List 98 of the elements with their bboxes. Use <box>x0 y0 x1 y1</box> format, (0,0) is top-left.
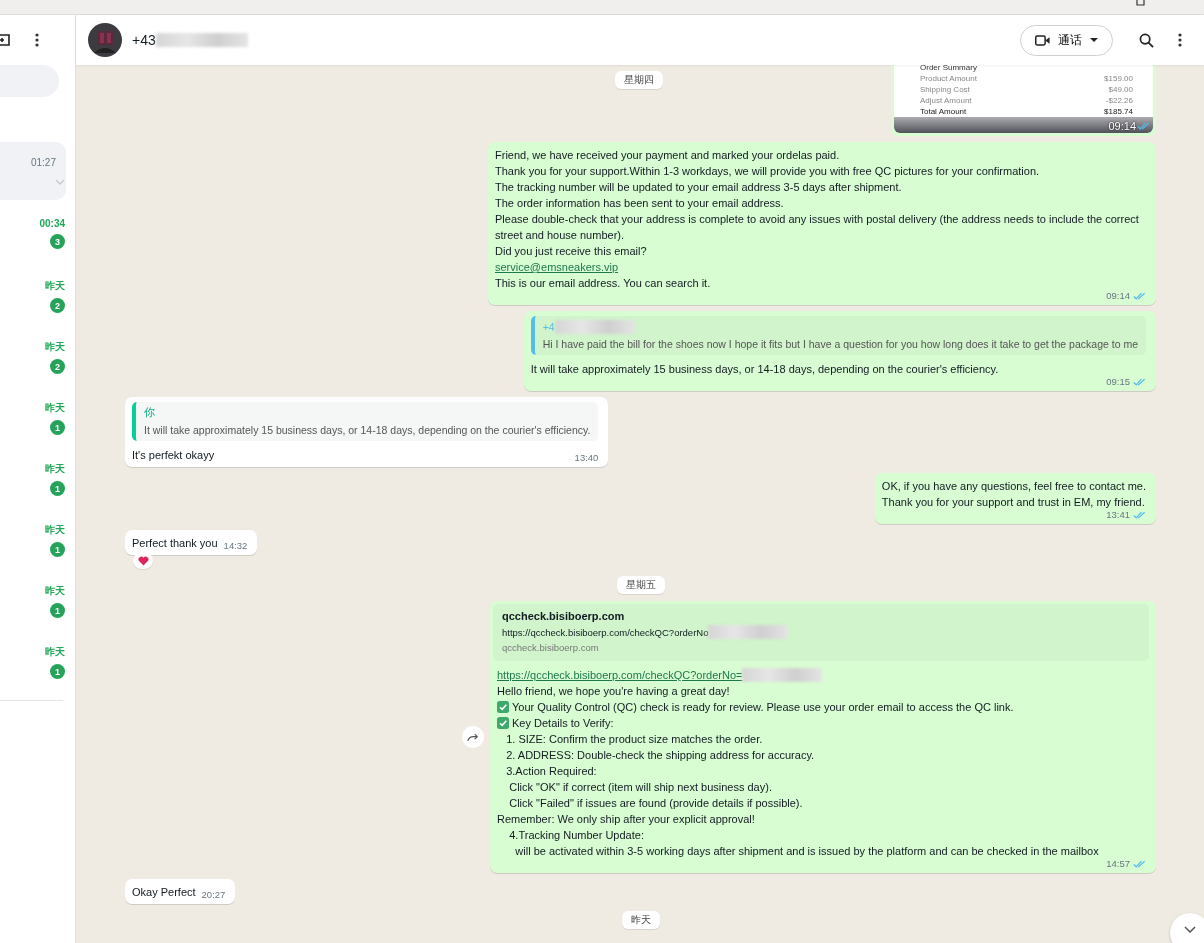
date-divider: 星期四 <box>615 71 663 89</box>
image-title: Order Summary <box>920 65 978 73</box>
forward-icon <box>467 732 479 742</box>
unread-count: 3 <box>50 234 65 249</box>
chat-item[interactable]: 昨天 1 <box>0 386 75 447</box>
message-text: The order information has been sent to your email address. <box>495 196 784 211</box>
call-button[interactable]: 通话 <box>1020 24 1113 56</box>
message-time: 13:40 <box>574 452 599 463</box>
message-text: Friend, we have received your payment and marked your ordelas paid. <box>495 148 840 163</box>
preview-title: qccheck.bisiboerp.com <box>502 610 626 622</box>
check-mark-icon <box>497 701 509 713</box>
search-icon[interactable] <box>1139 32 1154 48</box>
image-value: $185.74 <box>1104 107 1133 117</box>
reaction-heart-icon[interactable] <box>133 552 153 569</box>
message-text: Remember: We only ship after your explicit approval! <box>497 812 755 827</box>
contact-name: +43 <box>132 32 156 48</box>
message-text: Okay Perfect <box>132 885 196 900</box>
message-time: 09:15 <box>1106 376 1130 387</box>
unread-count: 2 <box>50 298 65 313</box>
message-text: Key Details to Verify: <box>512 716 614 731</box>
menu-icon[interactable] <box>35 33 39 47</box>
message-text: 1. SIZE: Confirm the product size matches the order. <box>505 732 763 747</box>
image-label: Shipping Cost <box>920 85 970 95</box>
image-label: Product Amount <box>920 74 977 84</box>
chat-item[interactable]: 昨天 1 <box>0 630 75 691</box>
unread-count: 1 <box>50 664 65 679</box>
message-time: 13:41 <box>1106 509 1130 520</box>
chat-time: 昨天 <box>45 462 65 476</box>
chat-time: 昨天 <box>45 279 65 293</box>
message-text: OK, if you have any questions, feel free to contact me. <box>881 479 1146 494</box>
date-divider: 星期五 <box>616 576 665 594</box>
unread-count: 1 <box>50 542 65 557</box>
quoted-text: Hi I have paid the bill for the shoes now I hope it fits but I have a question for you how long does it take to get the package to me <box>542 338 1138 350</box>
date-divider: 昨天 <box>621 911 660 929</box>
chevron-down-icon <box>1184 925 1196 933</box>
message-text: Click "OK" if correct (item will ship next business day). <box>508 780 772 795</box>
message-text: Hello friend, we hope you're having a great day! <box>497 684 730 699</box>
message-time: 14:32 <box>223 540 248 551</box>
message-text: will be activated within 3-5 working days after shipment and is issued by the platform and can be checked in the mailbox <box>514 844 1099 859</box>
chat-item[interactable]: 昨天 2 <box>0 264 75 325</box>
preview-url: https://qccheck.bisiboerp.com/checkQC?orderNo <box>502 626 709 638</box>
message-text: Click "Failed" if issues are found (provide details if possible). <box>508 796 803 811</box>
image-value: $49.00 <box>1108 85 1133 95</box>
window-restore-icon[interactable] <box>1136 0 1146 6</box>
message-text: Please double-check that your address is complete to avoid any issues with postal delivery (the address needs to include the correct street and house number). <box>495 212 1140 243</box>
image-value: $159.00 <box>1104 74 1133 84</box>
unread-count: 2 <box>50 359 65 374</box>
menu-icon[interactable] <box>1178 33 1182 47</box>
image-message[interactable]: Order Summary Product Amount $159.00 Shipping Cost $49.00 Adjust Amount -$22.26 Total Amount $185.74 09:14 <box>891 65 1156 136</box>
chat-time: 昨天 <box>45 523 65 537</box>
message-text: Thank you for your support and trust in EM, my friend. <box>881 495 1145 510</box>
message-text: 2. ADDRESS: Double-check the shipping address for accuracy. <box>505 748 815 763</box>
message-link[interactable]: https://qccheck.bisiboerp.com/checkQC?orderNo= <box>497 667 743 683</box>
unread-count: 1 <box>50 420 65 435</box>
message-time: 20:27 <box>201 889 226 900</box>
quoted-text: It will take approximately 15 business days, or 14-18 days, depending on the courier's efficiency. <box>144 424 591 436</box>
chat-time: 00:34 <box>39 218 65 229</box>
link-preview[interactable]: qccheck.bisiboerp.com https://qccheck.bisiboerp.com/checkQC?orderNo qccheck.bisiboerp.com <box>493 604 1149 661</box>
video-icon <box>1035 34 1050 46</box>
image-value: -$22.26 <box>1105 96 1133 106</box>
message-text: 3.Action Required: <box>505 764 597 779</box>
unread-count: 1 <box>50 603 65 618</box>
preview-domain: qccheck.bisiboerp.com <box>502 642 600 653</box>
forward-button[interactable] <box>462 726 484 748</box>
quoted-sender: +4 <box>542 321 555 333</box>
message-text: Thank you for your support.Within 1-3 workdays, we will provide you with free QC pictures for your confirmation. <box>495 164 1040 179</box>
chat-time: 昨天 <box>45 401 65 415</box>
chat-time: 昨天 <box>45 340 65 354</box>
new-chat-icon[interactable] <box>0 33 11 47</box>
message-link[interactable]: service@emsneakers.vip <box>495 259 619 275</box>
message-text: Your Quality Control (QC) check is ready for review. Please use your order email to access the QC link. <box>512 700 1014 715</box>
message-text: Perfect thank you <box>132 536 218 551</box>
image-label: Total Amount <box>920 107 967 117</box>
message-time: 09:14 <box>1106 290 1130 301</box>
quoted-sender: 你 <box>144 406 155 420</box>
chat-item[interactable]: 昨天 2 <box>0 325 75 386</box>
chat-time: 昨天 <box>45 584 65 598</box>
message-text: It will take approximately 15 business days, or 14-18 days, depending on the courier's efficiency. <box>530 362 999 377</box>
message-text: 4.Tracking Number Update: <box>508 828 644 843</box>
message-text: The tracking number will be updated to your email address 3-5 days after shipment. <box>495 180 902 195</box>
image-label: Adjust Amount <box>920 96 972 106</box>
chat-item[interactable]: 昨天 1 <box>0 569 75 630</box>
message-text: This is our email address. You can search it. <box>495 276 711 291</box>
message-time: 14:57 <box>1106 858 1130 869</box>
caret-icon <box>1090 38 1098 42</box>
unread-count: 1 <box>50 481 65 496</box>
chat-time: 01:27 <box>30 157 56 168</box>
chat-item[interactable]: 昨天 1 <box>0 447 75 508</box>
chat-item[interactable]: 昨天 1 <box>0 508 75 569</box>
quoted-message[interactable]: 你 It will take approximately 15 business days, or 14-18 days, depending on the courier's efficiency. <box>132 402 599 441</box>
message-time: 09:14 <box>1108 120 1136 132</box>
chat-time: 昨天 <box>45 645 65 659</box>
check-mark-icon <box>497 717 509 729</box>
message-text: It's perfekt okayy <box>132 448 215 463</box>
message-text: Did you just receive this email? <box>495 244 647 259</box>
chat-item[interactable]: 01:27 <box>0 142 66 200</box>
quoted-message[interactable]: +4 Hi I have paid the bill for the shoes now I hope it fits but I have a question for you how long does it take to get the package to me <box>530 316 1146 355</box>
chat-item[interactable]: 00:34 3 <box>0 203 75 264</box>
